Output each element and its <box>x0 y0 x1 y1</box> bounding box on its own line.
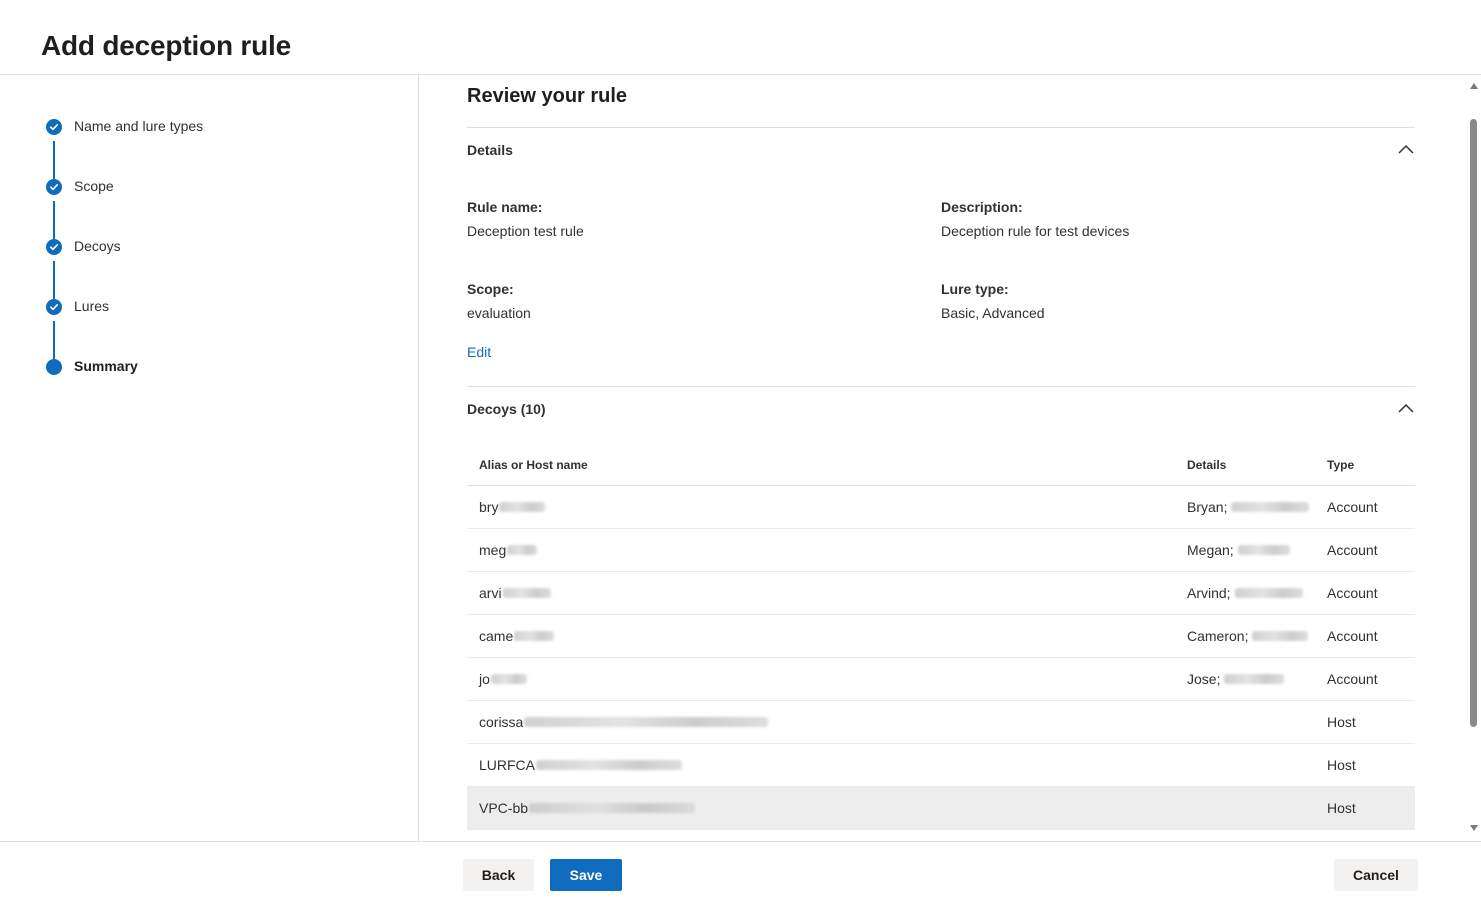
alias-cell: came <box>479 628 514 644</box>
rule-name-value: Deception test rule <box>467 223 584 239</box>
redacted-text <box>1234 588 1303 598</box>
table-row[interactable]: came Cameron; Account <box>467 615 1415 658</box>
current-step-dot-icon <box>46 359 62 375</box>
step-label: Scope <box>74 178 114 194</box>
edit-link[interactable]: Edit <box>467 344 491 360</box>
type-cell: Account <box>1327 542 1378 558</box>
review-title: Review your rule <box>467 85 628 107</box>
table-header-row: Alias or Host name Details Type <box>467 450 1415 486</box>
description-label: Description: <box>941 199 1023 215</box>
redacted-text <box>514 631 555 641</box>
alias-cell: LURFCA <box>479 757 536 773</box>
redacted-text <box>1224 674 1285 684</box>
redacted-text <box>502 588 551 598</box>
redacted-text <box>524 717 769 727</box>
step-label: Name and lure types <box>74 118 204 134</box>
scope-label: Scope: <box>467 281 514 297</box>
step-name-and-lure-types[interactable]: Name and lure types <box>46 117 203 137</box>
lure-type-value: Basic, Advanced <box>941 305 1045 321</box>
wizard-steps-pane: Name and lure types Scope Decoys Lures S… <box>0 75 419 841</box>
save-button[interactable]: Save <box>550 859 622 891</box>
table-row[interactable]: meg Megan; Account <box>467 529 1415 572</box>
details-cell: Bryan; <box>1187 499 1228 515</box>
step-lures[interactable]: Lures <box>46 297 109 317</box>
type-cell: Account <box>1327 585 1378 601</box>
type-cell: Host <box>1327 757 1356 773</box>
back-button[interactable]: Back <box>463 859 534 891</box>
table-row[interactable]: arvi Arvind; Account <box>467 572 1415 615</box>
step-summary[interactable]: Summary <box>46 357 138 377</box>
redacted-text <box>1237 545 1290 555</box>
page-title: Add deception rule <box>41 30 291 61</box>
details-cell: Cameron; <box>1187 628 1249 644</box>
step-label: Decoys <box>74 238 121 254</box>
checkmark-icon <box>46 299 62 315</box>
scrollbar-thumb[interactable] <box>1470 119 1477 727</box>
chevron-up-icon[interactable] <box>1397 143 1415 155</box>
cancel-button[interactable]: Cancel <box>1334 859 1418 891</box>
redacted-text <box>529 803 696 813</box>
description-value: Deception rule for test devices <box>941 223 1130 239</box>
chevron-up-icon[interactable] <box>1397 402 1415 414</box>
footer-bar: Back Save Cancel <box>0 841 1481 902</box>
vertical-scrollbar[interactable] <box>1467 75 1481 841</box>
divider <box>467 386 1415 387</box>
details-cell: Megan; <box>1187 542 1234 558</box>
decoys-section-header[interactable]: Decoys (10) <box>467 401 546 417</box>
type-cell: Account <box>1327 499 1378 515</box>
table-row[interactable]: corissa Host <box>467 701 1415 744</box>
table-row[interactable]: bry Bryan; Account <box>467 486 1415 529</box>
alias-cell: VPC-bb <box>479 800 529 816</box>
redacted-text <box>490 674 527 684</box>
alias-cell: bry <box>479 499 499 515</box>
type-cell: Account <box>1327 628 1378 644</box>
rule-name-label: Rule name: <box>467 199 543 215</box>
checkmark-icon <box>46 179 62 195</box>
checkmark-icon <box>46 119 62 135</box>
redacted-text <box>499 502 546 512</box>
step-label: Lures <box>74 298 110 314</box>
decoys-table: Alias or Host name Details Type bry Brya… <box>467 450 1415 830</box>
table-row-selected[interactable]: VPC-bb Host <box>467 787 1415 830</box>
table-row[interactable]: LURFCA Host <box>467 744 1415 787</box>
divider <box>467 127 1415 128</box>
redacted-text <box>1231 502 1310 512</box>
step-decoys[interactable]: Decoys <box>46 237 121 257</box>
checkmark-icon <box>46 239 62 255</box>
details-section-header[interactable]: Details <box>467 142 513 158</box>
table-row[interactable]: jo Jose; Account <box>467 658 1415 701</box>
column-header-alias[interactable]: Alias or Host name <box>479 458 588 472</box>
details-cell: Arvind; <box>1187 585 1231 601</box>
redacted-text <box>1252 631 1309 641</box>
alias-cell: meg <box>479 542 507 558</box>
page-header: Add deception rule <box>0 0 1481 75</box>
alias-cell: jo <box>479 671 490 687</box>
step-label: Summary <box>74 358 138 374</box>
type-cell: Host <box>1327 714 1356 730</box>
details-cell: Jose; <box>1187 671 1221 687</box>
review-panel: Review your rule Details Rule name: Dece… <box>419 75 1467 841</box>
type-cell: Account <box>1327 671 1378 687</box>
type-cell: Host <box>1327 800 1356 816</box>
scroll-down-arrow-icon[interactable] <box>1470 825 1478 831</box>
column-header-type[interactable]: Type <box>1327 458 1354 472</box>
redacted-text <box>536 760 683 770</box>
column-header-details[interactable]: Details <box>1187 458 1226 472</box>
redacted-text <box>507 545 538 555</box>
step-scope[interactable]: Scope <box>46 177 114 197</box>
scope-value: evaluation <box>467 305 531 321</box>
alias-cell: arvi <box>479 585 502 601</box>
lure-type-label: Lure type: <box>941 281 1009 297</box>
alias-cell: corissa <box>479 714 524 730</box>
scroll-up-arrow-icon[interactable] <box>1470 83 1478 89</box>
